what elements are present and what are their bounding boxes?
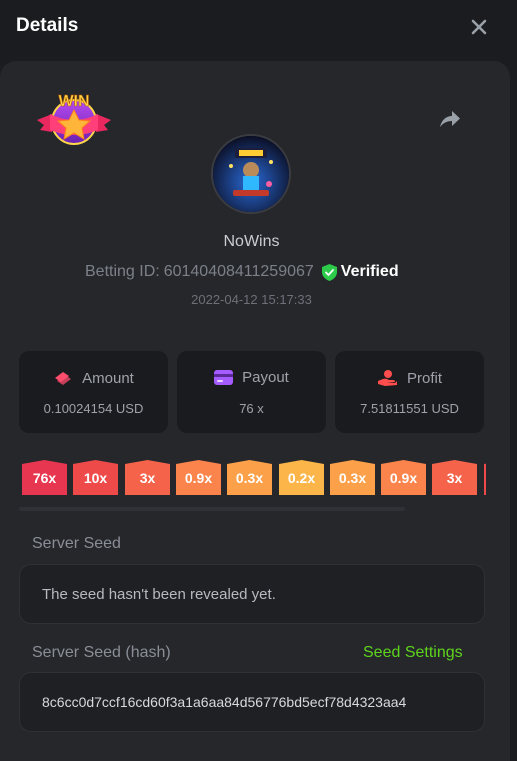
multiplier-chip[interactable]: 0.2x [279, 460, 324, 495]
server-seed-value: The seed hasn't been revealed yet. [42, 586, 276, 603]
payout-card: Payout 76 x [177, 351, 326, 433]
amount-card: Amount 0.10024154 USD [19, 351, 168, 433]
server-seed-hash-box[interactable]: 8c6cc0d7ccf16cd60f3a1a6aa84d56776bd5ecf7… [19, 672, 485, 732]
multiplier-chip[interactable] [484, 460, 486, 495]
card-icon [214, 370, 234, 385]
multiplier-chip[interactable]: 0.9x [381, 460, 426, 495]
amount-label: Amount [82, 369, 134, 387]
profit-label: Profit [406, 369, 442, 387]
server-seed-box: The seed hasn't been revealed yet. [19, 564, 485, 624]
server-seed-hash-label: Server Seed (hash) [32, 644, 171, 661]
details-header: Details [0, 0, 517, 58]
server-seed-label: Server Seed [32, 535, 121, 552]
payout-label: Payout [242, 369, 289, 386]
verified-label: Verified [340, 263, 399, 280]
close-icon[interactable] [468, 16, 490, 38]
betting-id-row: Betting ID: 60140408411259067 Verified [85, 262, 399, 282]
multiplier-scrollbar[interactable] [19, 507, 405, 511]
game-avatar [211, 134, 291, 214]
username: NoWins [223, 233, 280, 250]
multiplier-chip[interactable]: 76x [22, 460, 67, 495]
hand-coin-icon [377, 370, 397, 386]
page-title: Details [16, 15, 79, 36]
wallet-icon [55, 372, 72, 385]
win-badge-logo: WIN [37, 93, 111, 145]
multiplier-chip[interactable]: 0.3x [330, 460, 375, 495]
multiplier-chip[interactable]: 0.9x [176, 460, 221, 495]
server-seed-hash-value[interactable]: 8c6cc0d7ccf16cd60f3a1a6aa84d56776bd5ecf7… [42, 694, 462, 710]
multiplier-chip[interactable]: 10x [73, 460, 118, 495]
svg-text:WIN: WIN [58, 93, 89, 110]
profit-value: 7.51811551 USD [360, 401, 459, 416]
payout-value: 76 x [239, 401, 264, 416]
verified-shield-icon [321, 263, 337, 281]
betting-id-label: Betting ID: [85, 263, 160, 280]
amount-value: 0.10024154 USD [43, 401, 144, 416]
game-thumbnail-image [213, 136, 289, 212]
betting-id-value: 60140408411259067 [163, 263, 314, 280]
multiplier-chip[interactable]: 3x [432, 460, 477, 495]
seed-settings-link[interactable]: Seed Settings [363, 644, 463, 662]
multiplier-chip[interactable]: 0.3x [227, 460, 272, 495]
share-icon[interactable] [436, 106, 462, 132]
multiplier-chip[interactable]: 3x [125, 460, 170, 495]
multiplier-row: 76x 10x 3x 0.9x 0.3x 0.2x 0.3x 0.9x 3x [22, 460, 486, 495]
bet-timestamp: 2022-04-12 15:17:33 [191, 292, 312, 307]
profit-card: Profit 7.51811551 USD [335, 351, 484, 433]
